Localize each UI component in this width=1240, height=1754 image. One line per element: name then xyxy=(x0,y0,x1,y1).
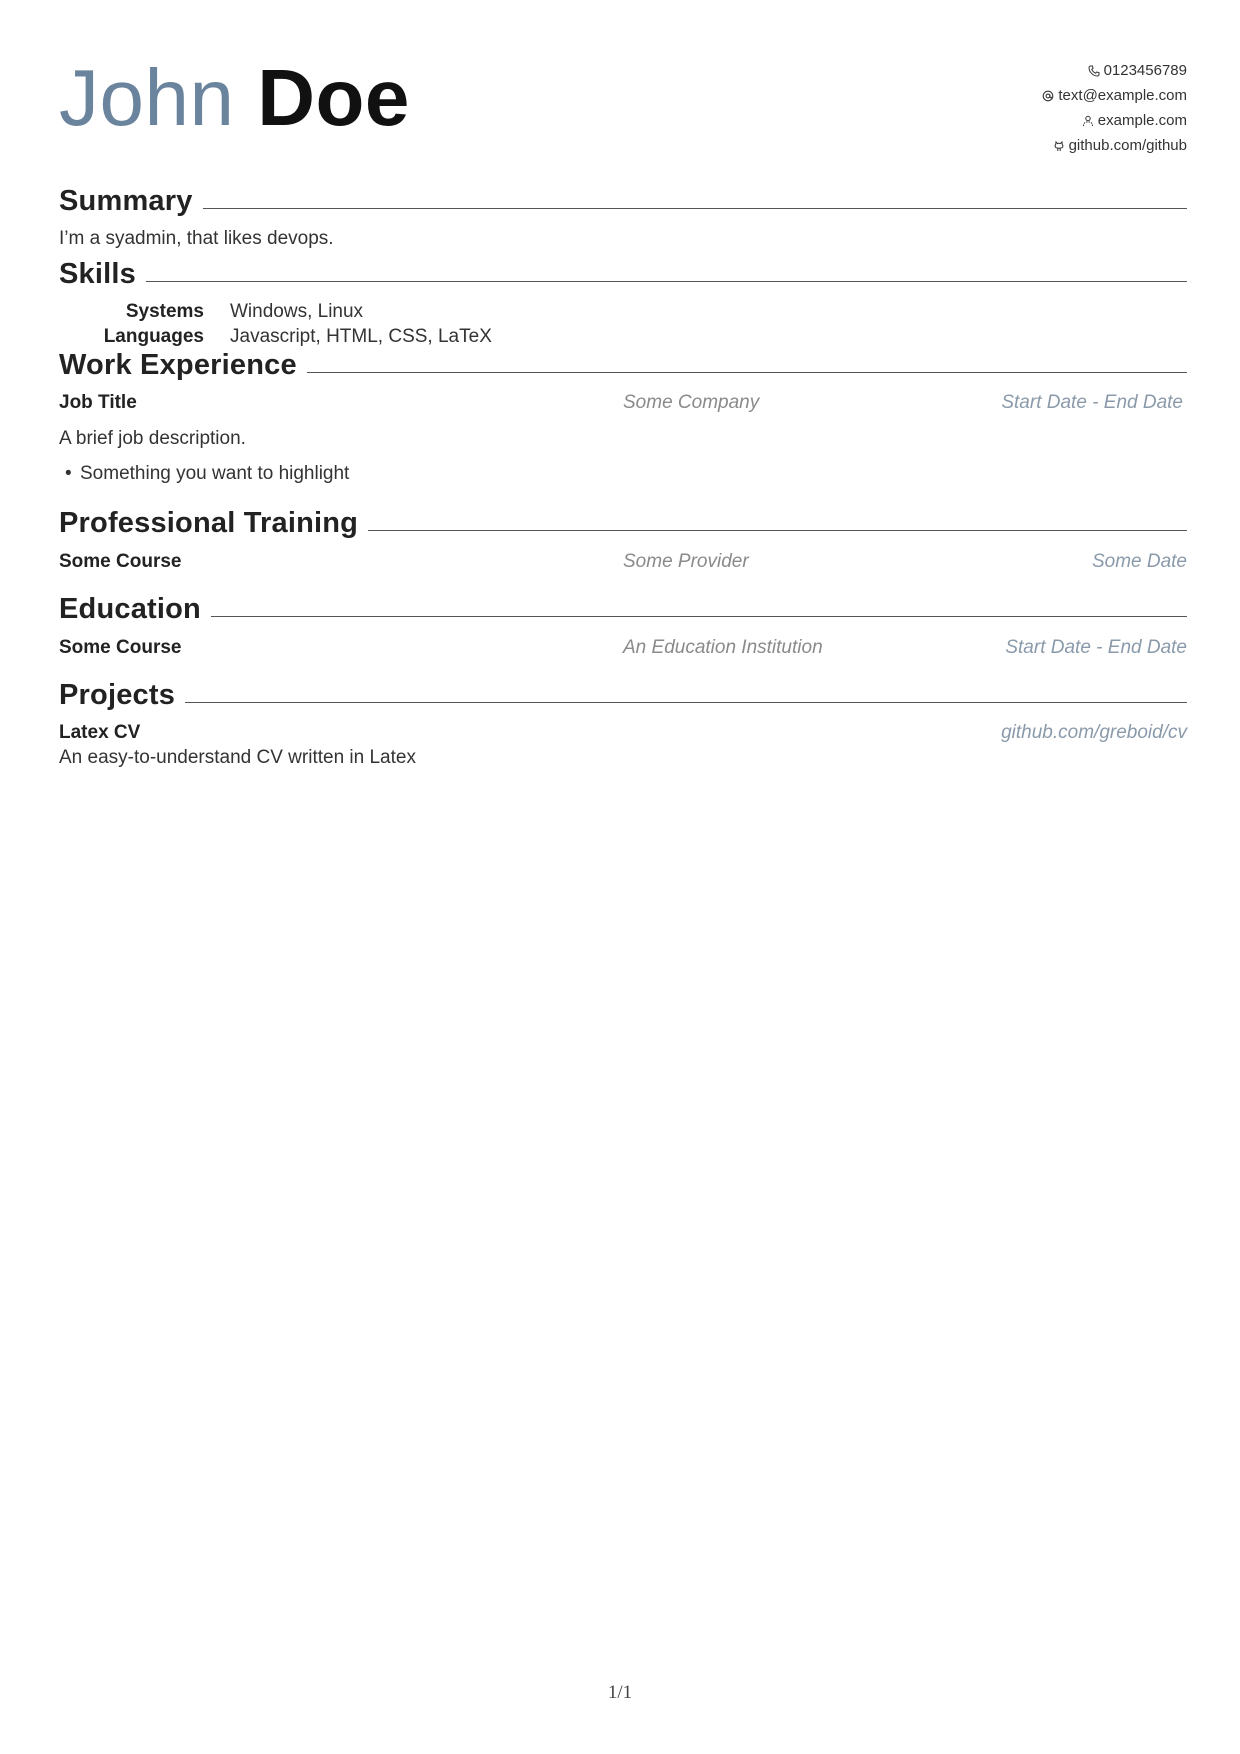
section-title: Skills xyxy=(59,258,136,290)
section-rule xyxy=(210,616,1187,617)
section-title: Work Experience xyxy=(59,349,297,381)
training-entry: Some Course Some Provider Some Date xyxy=(59,549,1187,574)
section-title: Summary xyxy=(59,185,193,217)
skill-value: Javascript, HTML, CSS, LaTeX xyxy=(230,326,492,347)
section-rule xyxy=(202,208,1187,209)
first-name: John xyxy=(59,53,235,142)
training-provider: Some Provider xyxy=(623,551,749,572)
phone-number: 0123456789 xyxy=(1103,62,1187,79)
projects-heading: Projects xyxy=(59,677,1187,713)
education-institution: An Education Institution xyxy=(623,637,823,658)
section-title: Professional Training xyxy=(59,507,359,539)
skill-category: Languages xyxy=(103,326,204,347)
contact-github: github.com/github xyxy=(1042,133,1187,158)
contact-phone: 0123456789 xyxy=(1042,58,1187,83)
contact-website: example.com xyxy=(1042,108,1187,133)
section-rule xyxy=(368,530,1187,531)
work-heading: Work Experience xyxy=(59,347,1187,383)
section-rule xyxy=(185,702,1187,703)
training-date: Some Date xyxy=(1091,551,1187,572)
company: Some Company xyxy=(623,392,760,413)
education-dates: Start Date - End Date xyxy=(1005,637,1187,658)
project-name: Latex CV xyxy=(59,722,141,743)
education-entry: Some Course An Education Institution Sta… xyxy=(59,635,1187,660)
phone-icon xyxy=(1088,65,1100,77)
project-entry: Latex CV github.com/greboid/cv xyxy=(59,720,1187,745)
github-icon xyxy=(1054,140,1063,151)
education-heading: Education xyxy=(59,591,1187,627)
skill-value: Windows, Linux xyxy=(230,301,364,322)
training-heading: Professional Training xyxy=(59,505,1187,541)
website-link[interactable]: example.com xyxy=(1098,108,1187,133)
education-course: Some Course xyxy=(59,637,182,658)
page-number: 1/1 xyxy=(607,1682,633,1703)
email-address[interactable]: text@example.com xyxy=(1058,83,1187,108)
last-name: Doe xyxy=(257,53,410,142)
full-name: John Doe xyxy=(59,48,410,148)
bullet-icon: • xyxy=(65,463,72,484)
contact-block: 0123456789 text@example.com example.com … xyxy=(1042,58,1187,158)
skill-category: Systems xyxy=(125,301,204,322)
job-title: Job Title xyxy=(59,392,137,413)
skills-heading: Skills xyxy=(59,256,1187,292)
project-description: An easy-to-understand CV written in Late… xyxy=(59,747,416,768)
training-course: Some Course xyxy=(59,551,182,572)
summary-text: I’m a syadmin, that likes devops. xyxy=(59,228,334,249)
email-icon xyxy=(1043,90,1054,101)
highlight-text: Something you want to highlight xyxy=(80,463,350,484)
summary-heading: Summary xyxy=(59,183,1187,219)
highlight-item: • Something you want to highlight xyxy=(65,461,349,486)
job-description: A brief job description. xyxy=(59,428,246,449)
section-title: Education xyxy=(59,593,201,625)
website-icon xyxy=(1082,115,1093,126)
work-dates: Start Date - End Date xyxy=(1001,392,1183,413)
github-link[interactable]: github.com/github xyxy=(1069,133,1187,158)
section-rule xyxy=(145,281,1187,282)
contact-email: text@example.com xyxy=(1042,83,1187,108)
section-rule xyxy=(306,372,1187,373)
work-entry: Job Title Some Company Start Date - End … xyxy=(59,390,1187,415)
section-title: Projects xyxy=(59,679,176,711)
resume-page: John Doe 0123456789 text@example.com exa… xyxy=(59,0,1187,1754)
project-link[interactable]: github.com/greboid/cv xyxy=(1001,720,1187,745)
